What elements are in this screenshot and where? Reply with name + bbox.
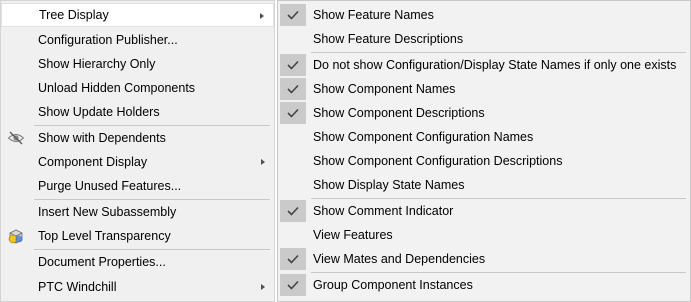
menu-item-purge-unused-features[interactable]: Purge Unused Features... — [1, 174, 274, 198]
menu-item-label: View Features — [313, 228, 393, 242]
menu-item-label: Configuration Publisher... — [38, 33, 178, 47]
menu-item-label: Show Comment Indicator — [313, 204, 454, 218]
submenu-item-view-mates-and-dependencies[interactable]: View Mates and Dependencies — [278, 247, 690, 271]
menu-item-show-hierarchy-only[interactable]: Show Hierarchy Only — [1, 52, 274, 76]
menu-item-label: Show Feature Descriptions — [313, 32, 464, 46]
tree-display-submenu: Show Feature Names Show Feature Descript… — [277, 0, 691, 302]
checkmark-icon — [280, 248, 306, 270]
submenu-item-do-not-show-config-names[interactable]: Do not show Configuration/Display State … — [278, 53, 690, 77]
transparency-icon — [8, 229, 23, 244]
menu-item-label: Show Feature Names — [313, 8, 434, 22]
menu-item-label: Show Component Names — [313, 82, 456, 96]
checkmark-icon — [280, 274, 306, 296]
menu-item-label: Component Display — [38, 155, 148, 169]
submenu-item-view-features[interactable]: View Features — [278, 223, 690, 247]
menu-item-unload-hidden-components[interactable]: Unload Hidden Components — [1, 76, 274, 100]
menu-item-label: Show Component Configuration Names — [313, 130, 534, 144]
menu-item-insert-new-subassembly[interactable]: Insert New Subassembly — [1, 200, 274, 224]
menu-item-ptc-windchill[interactable]: PTC Windchill — [1, 275, 274, 299]
submenu-item-show-comment-indicator[interactable]: Show Comment Indicator — [278, 199, 690, 223]
submenu-item-show-component-configuration-descriptions[interactable]: Show Component Configuration Description… — [278, 149, 690, 173]
menu-item-label: Insert New Subassembly — [38, 205, 177, 219]
submenu-arrow-icon — [261, 159, 265, 165]
menu-item-label: View Mates and Dependencies — [313, 252, 486, 266]
menu-item-component-display[interactable]: Component Display — [1, 150, 274, 174]
checkmark-icon — [280, 78, 306, 100]
submenu-arrow-icon — [260, 13, 264, 19]
menu-item-label: Show Display State Names — [313, 178, 465, 192]
menu-item-label: Group Component Instances — [313, 278, 473, 292]
checkmark-icon — [280, 4, 306, 26]
submenu-item-show-feature-names[interactable]: Show Feature Names — [278, 3, 690, 27]
menu-item-top-level-transparency[interactable]: Top Level Transparency — [1, 224, 274, 248]
context-menu: Tree Display Configuration Publisher... … — [0, 0, 275, 302]
eye-slash-icon — [7, 131, 25, 145]
menu-item-label: PTC Windchill — [38, 280, 117, 294]
menu-item-label: Tree Display — [39, 8, 109, 22]
submenu-item-show-display-state-names[interactable]: Show Display State Names — [278, 173, 690, 197]
menu-item-document-properties[interactable]: Document Properties... — [1, 250, 274, 274]
submenu-item-show-feature-descriptions[interactable]: Show Feature Descriptions — [278, 27, 690, 51]
menu-item-label: Do not show Configuration/Display State … — [313, 58, 677, 72]
submenu-item-show-component-configuration-names[interactable]: Show Component Configuration Names — [278, 125, 690, 149]
menu-item-configuration-publisher[interactable]: Configuration Publisher... — [1, 28, 274, 52]
submenu-item-group-component-instances[interactable]: Group Component Instances — [278, 273, 690, 297]
menu-item-label: Show Update Holders — [38, 105, 160, 119]
submenu-arrow-icon — [261, 284, 265, 290]
menu-item-label: Show Component Descriptions — [313, 106, 485, 120]
menu-item-label: Unload Hidden Components — [38, 81, 196, 95]
submenu-item-show-component-names[interactable]: Show Component Names — [278, 77, 690, 101]
menu-item-label: Show Hierarchy Only — [38, 57, 156, 71]
checkmark-icon — [280, 54, 306, 76]
menu-item-label: Top Level Transparency — [38, 229, 171, 243]
menu-item-label: Show Component Configuration Description… — [313, 154, 563, 168]
menu-item-label: Purge Unused Features... — [38, 179, 182, 193]
menu-item-show-update-holders[interactable]: Show Update Holders — [1, 100, 274, 124]
menu-item-tree-display[interactable]: Tree Display — [1, 3, 274, 27]
menu-item-label: Show with Dependents — [38, 131, 166, 145]
checkmark-icon — [280, 102, 306, 124]
checkmark-icon — [280, 200, 306, 222]
submenu-item-show-component-descriptions[interactable]: Show Component Descriptions — [278, 101, 690, 125]
menu-item-show-with-dependents[interactable]: Show with Dependents — [1, 126, 274, 150]
menu-item-label: Document Properties... — [38, 255, 166, 269]
